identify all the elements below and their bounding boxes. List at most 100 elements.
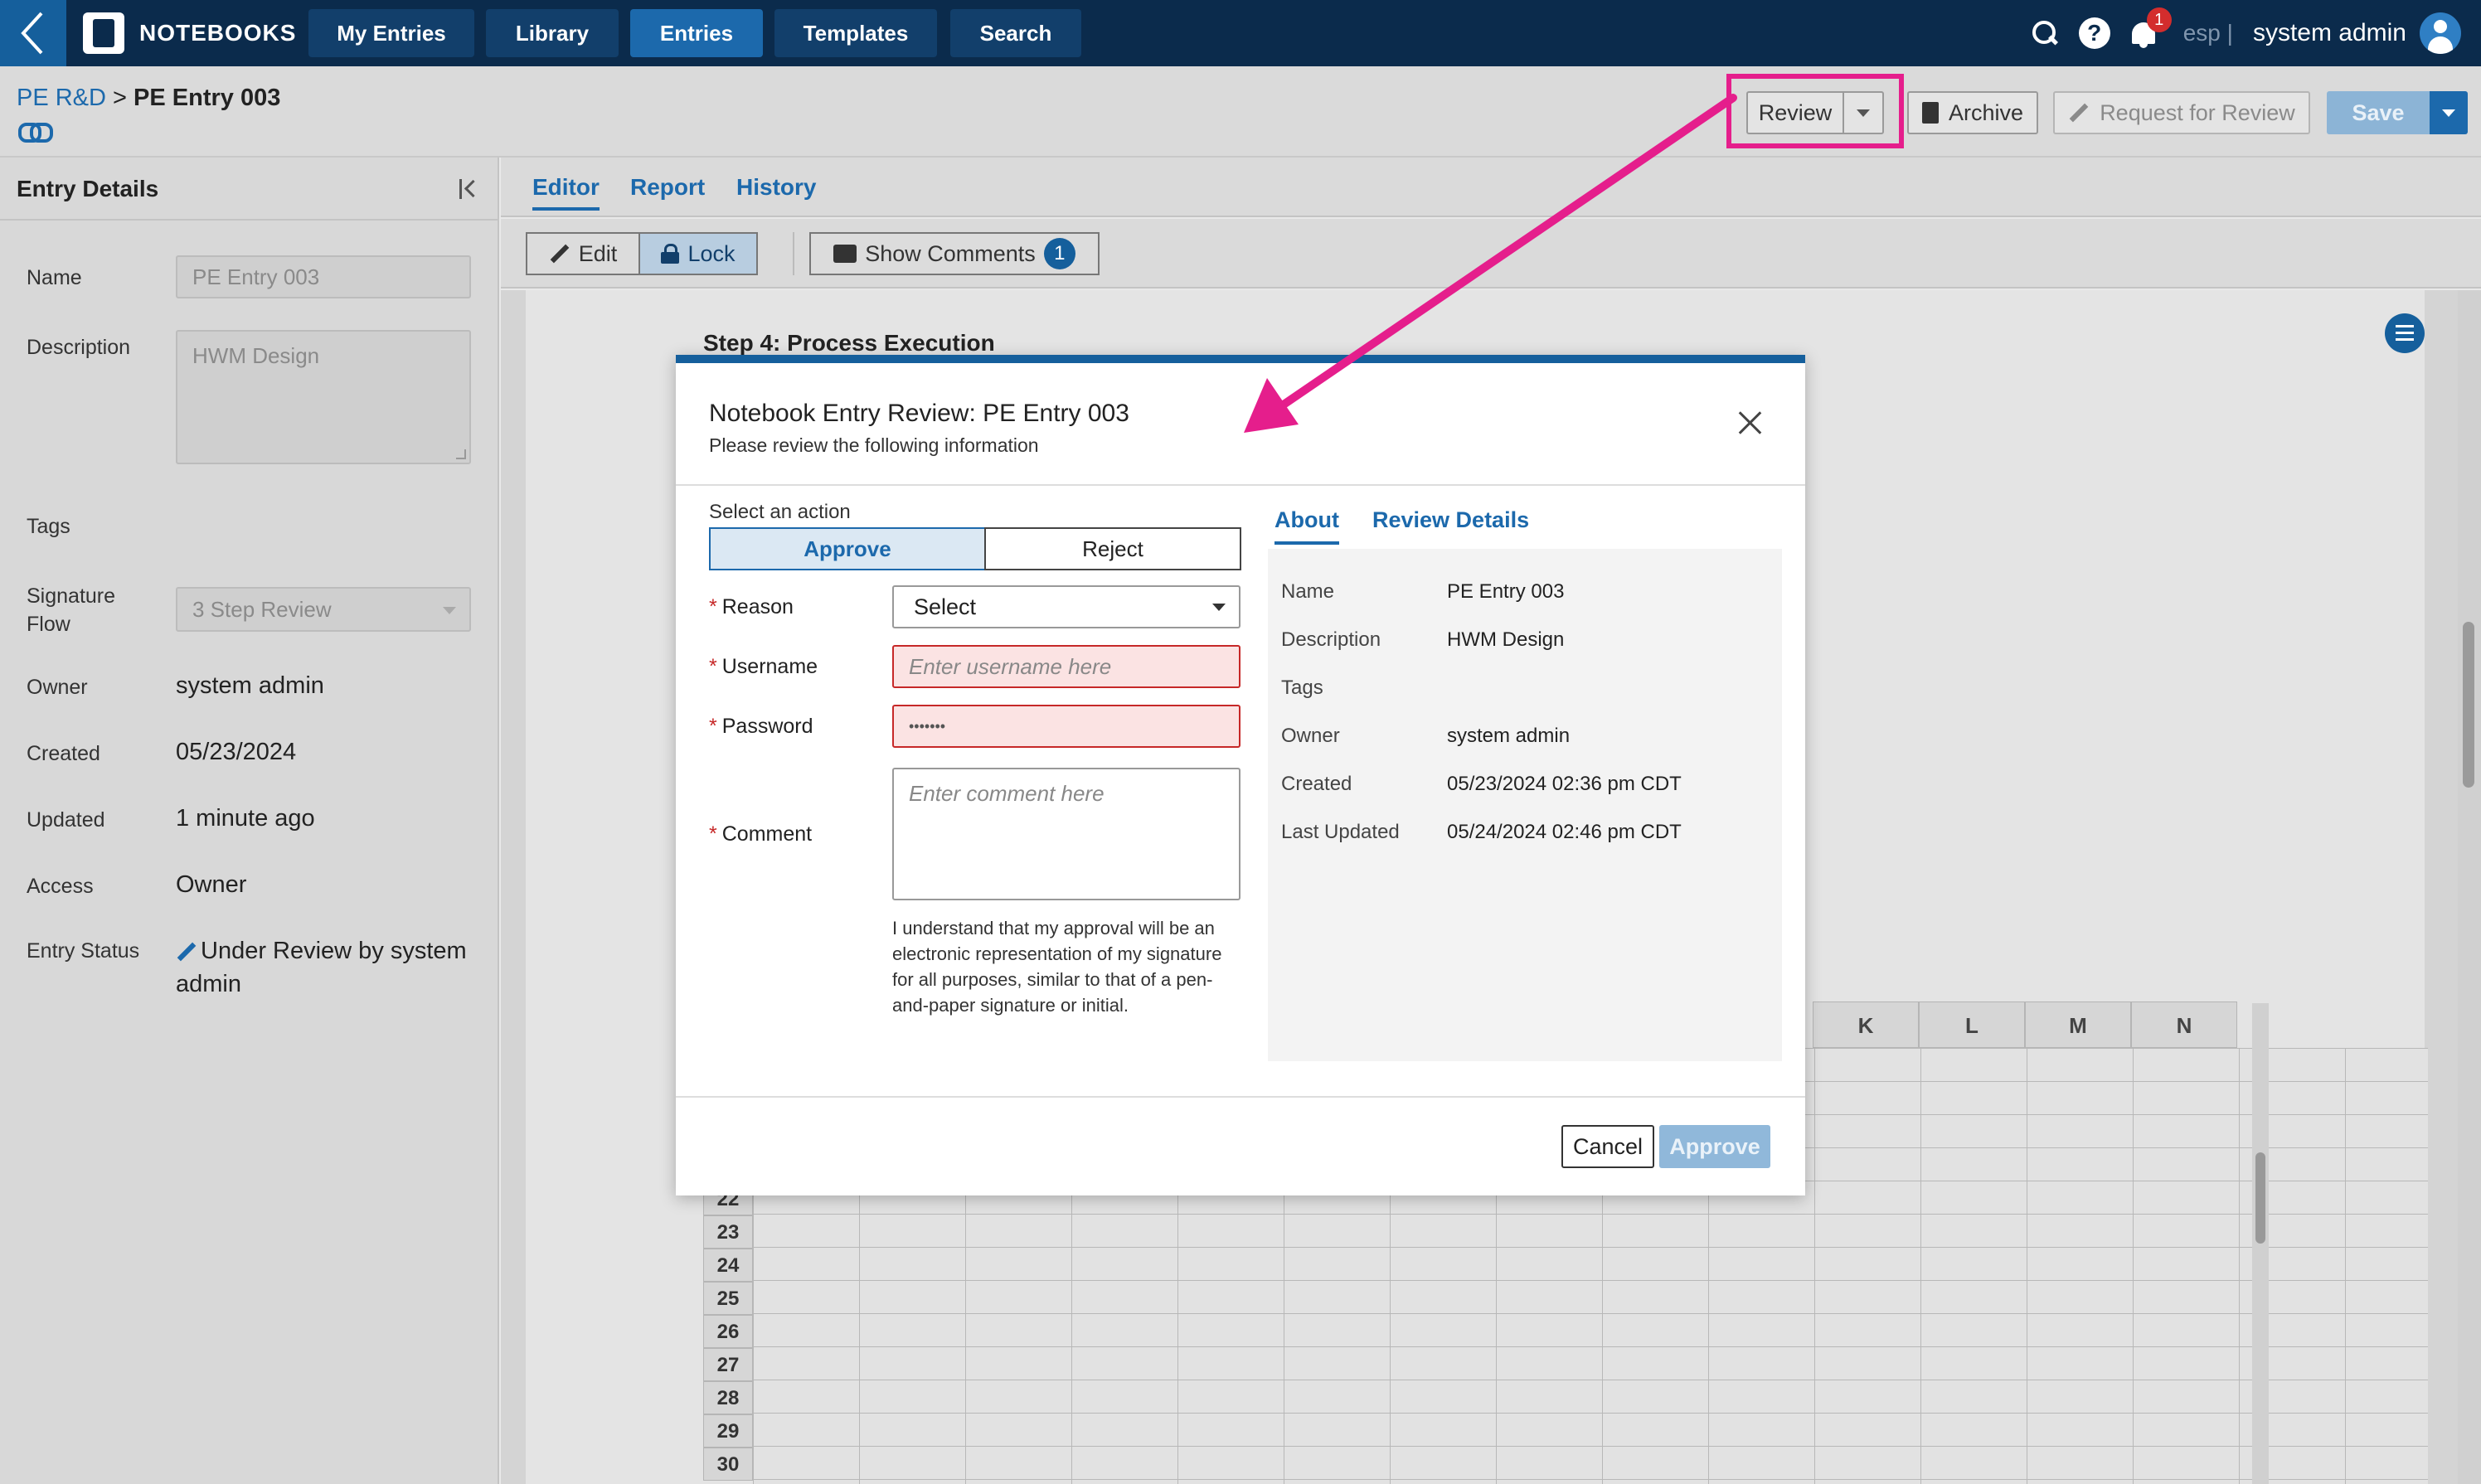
sheet-column-k[interactable]: K (1813, 1001, 1919, 1048)
select-action-label: Select an action (709, 501, 851, 523)
copy-link-icon[interactable] (18, 121, 53, 143)
access-value: Owner (176, 871, 247, 898)
edit-mode-button[interactable]: Edit (526, 232, 640, 275)
about-updated-value: 05/24/2024 02:46 pm CDT (1447, 821, 1682, 843)
resize-handle-icon (456, 449, 466, 459)
tab-about[interactable]: About (1274, 507, 1339, 545)
breadcrumb-current: PE Entry 003 (134, 85, 281, 111)
lock-mode-button[interactable]: Lock (638, 232, 758, 275)
name-field[interactable] (176, 255, 471, 298)
reject-option-button[interactable]: Reject (984, 527, 1241, 570)
name-label: Name (27, 266, 82, 289)
signature-pen-icon (2069, 103, 2089, 123)
sheet-row-header[interactable]: 28 (703, 1381, 753, 1414)
tab-editor[interactable]: Editor (532, 174, 600, 211)
access-label: Access (27, 875, 94, 898)
entry-status-label: Entry Status (27, 939, 140, 963)
notification-bell-icon[interactable]: 1 (2129, 7, 2172, 49)
about-panel: Name PE Entry 003 Description HWM Design… (1268, 549, 1782, 1061)
entry-details-panel: Entry Details Name Description HWM Desig… (0, 158, 499, 1484)
chevron-left-icon (21, 12, 43, 55)
nav-tab-library[interactable]: Library (486, 9, 619, 57)
edit-mode-label: Edit (578, 240, 618, 266)
show-comments-button[interactable]: Show Comments 1 (809, 232, 1100, 275)
sheet-scrollbar[interactable] (2252, 1003, 2269, 1484)
approve-option-button[interactable]: Approve (709, 527, 986, 570)
back-button[interactable] (0, 0, 66, 66)
language-switch[interactable]: esp | (2183, 20, 2233, 46)
username-input[interactable] (892, 645, 1240, 688)
nav-tab-entries[interactable]: Entries (630, 9, 763, 57)
sheet-row-header[interactable]: 29 (703, 1414, 753, 1448)
tab-history[interactable]: History (736, 174, 816, 201)
sheet-column-l[interactable]: L (1919, 1001, 2025, 1048)
top-navigation-bar: NOTEBOOKS My Entries Library Entries Tem… (0, 0, 2481, 66)
app-brand-label: NOTEBOOKS (139, 20, 297, 46)
sheet-row-header[interactable]: 26 (703, 1315, 753, 1348)
sheet-column-n[interactable]: N (2131, 1001, 2237, 1048)
nav-tab-search[interactable]: Search (950, 9, 1081, 57)
lock-icon (661, 244, 680, 264)
tags-label: Tags (27, 515, 70, 538)
cancel-button[interactable]: Cancel (1561, 1125, 1654, 1168)
save-button[interactable]: Save (2327, 91, 2430, 134)
sheet-row-header[interactable]: 23 (703, 1215, 753, 1249)
trash-icon (1921, 102, 1939, 124)
about-owner-value: system admin (1447, 725, 1571, 747)
user-avatar-icon[interactable] (2420, 12, 2461, 54)
created-label: Created (27, 742, 100, 765)
editor-toolbar: Edit Lock Show Comments 1 (501, 219, 2481, 289)
user-name[interactable]: system admin (2253, 19, 2406, 47)
about-owner-label: Owner (1281, 725, 1340, 747)
reason-select[interactable]: Select (892, 585, 1240, 628)
entry-status-text: Under Review by system admin (176, 938, 467, 997)
dialog-subtitle: Please review the following information (709, 434, 1039, 456)
lock-mode-label: Lock (687, 240, 736, 266)
about-tags-label: Tags (1281, 677, 1323, 699)
updated-value: 1 minute ago (176, 805, 315, 832)
entry-status-value: Under Review by system admin (176, 934, 483, 1001)
top-right-tools: ? 1 esp | system admin (2031, 0, 2481, 66)
app-brand[interactable]: NOTEBOOKS (83, 0, 296, 66)
document-scrollbar[interactable] (2458, 290, 2481, 1484)
nav-tab-templates[interactable]: Templates (774, 9, 937, 57)
step-title: Step 4: Process Execution (703, 330, 995, 356)
sheet-column-m[interactable]: M (2025, 1001, 2131, 1048)
sheet-row-header[interactable]: 27 (703, 1348, 753, 1381)
owner-label: Owner (27, 676, 88, 699)
dialog-divider (676, 484, 1805, 486)
description-value: HWM Design (192, 343, 320, 368)
description-field[interactable]: HWM Design (176, 330, 471, 464)
sheet-scroll-thumb[interactable] (2255, 1152, 2265, 1244)
caret-down-icon (2442, 109, 2455, 117)
help-icon[interactable]: ? (2078, 17, 2110, 49)
sheet-row-header[interactable]: 30 (703, 1448, 753, 1481)
comment-input[interactable] (892, 768, 1240, 900)
created-value: 05/23/2024 (176, 739, 297, 765)
sheet-row-header[interactable]: 25 (703, 1282, 753, 1315)
archive-button[interactable]: Archive (1907, 91, 2038, 134)
request-for-review-button[interactable]: Request for Review (2053, 91, 2310, 134)
dialog-footer-divider (676, 1096, 1805, 1098)
password-input[interactable]: ••••••• (892, 705, 1240, 748)
search-icon[interactable] (2031, 19, 2059, 47)
comment-icon (833, 245, 857, 263)
about-name-value: PE Entry 003 (1447, 580, 1565, 603)
tab-report[interactable]: Report (630, 174, 705, 201)
toolbar-divider (793, 232, 794, 275)
tab-review-details[interactable]: Review Details (1372, 507, 1529, 533)
collapse-panel-icon[interactable] (458, 177, 481, 201)
entry-header: PE R&D > PE Entry 003 Review Archive Req… (0, 66, 2481, 158)
close-icon[interactable] (1737, 410, 1764, 436)
save-dropdown-button[interactable] (2430, 91, 2468, 134)
request-for-review-label: Request for Review (2100, 99, 2295, 125)
password-value: ••••••• (909, 718, 946, 735)
nav-tab-my-entries[interactable]: My Entries (308, 9, 474, 57)
about-name-label: Name (1281, 580, 1335, 603)
breadcrumb-parent-link[interactable]: PE R&D (17, 85, 106, 111)
signature-flow-select[interactable]: 3 Step Review (176, 587, 471, 632)
document-scroll-thumb[interactable] (2463, 622, 2474, 788)
outline-list-icon[interactable] (2385, 313, 2425, 353)
approve-button[interactable]: Approve (1659, 1125, 1770, 1168)
sheet-row-header[interactable]: 24 (703, 1249, 753, 1282)
